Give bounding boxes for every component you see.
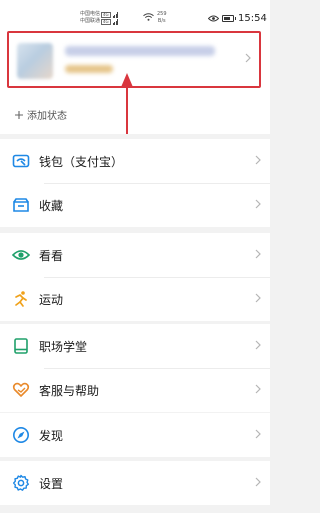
menu-item-workplace-academy[interactable]: 职场学堂 [0, 324, 270, 368]
blurred-user-subtitle [65, 65, 113, 73]
carrier-info: 中国电信 4G 中国联通 4G [80, 11, 119, 25]
speed-unit: B/s [157, 18, 166, 24]
menu-item-label: 职场学堂 [39, 339, 88, 354]
clock: 15:54 [238, 13, 267, 24]
carrier1-network-tag: 4G [101, 11, 111, 18]
status-bar: 中国电信 4G 中国联通 4G 259 B/s 15:54 [0, 0, 270, 28]
chevron-right-icon [255, 429, 261, 439]
carrier1-name: 中国电信 [80, 11, 101, 17]
menu-item-help[interactable]: 客服与帮助 [0, 368, 270, 412]
chevron-right-icon [255, 199, 261, 209]
plus-icon [15, 110, 23, 119]
chevron-right-icon [255, 249, 261, 259]
menu-item-settings[interactable]: 设置 [0, 461, 270, 505]
wallet-icon [12, 154, 30, 168]
eye-comfort-icon [208, 15, 219, 22]
app-screen: 中国电信 4G 中国联通 4G 259 B/s 15:54 添加状态 钱包（支付… [0, 0, 270, 513]
menu-item-label: 收藏 [39, 198, 64, 213]
chevron-right-icon [255, 293, 261, 303]
menu-item-favorites[interactable]: 收藏 [0, 183, 270, 227]
chevron-right-icon [255, 477, 261, 487]
menu-item-label: 看看 [39, 248, 64, 263]
carrier2-network-tag: 4G [101, 18, 111, 25]
chevron-right-icon [255, 155, 261, 165]
profile-section: 添加状态 [0, 28, 270, 134]
menu-item-label: 钱包（支付宝） [39, 154, 124, 169]
battery-icon [222, 15, 236, 22]
add-status-button[interactable]: 添加状态 [14, 107, 67, 122]
heart-hand-icon [12, 382, 30, 397]
menu-group-watch: 看看 运动 [0, 233, 270, 321]
chevron-right-icon [255, 340, 261, 350]
eye-icon [12, 250, 30, 260]
menu-group-wallet: 钱包（支付宝） 收藏 [0, 139, 270, 227]
blurred-user-name [65, 46, 215, 56]
book-icon [14, 338, 28, 354]
wifi-icon [143, 13, 154, 21]
menu-item-label: 运动 [39, 292, 64, 307]
menu-group-settings: 设置 [0, 461, 270, 505]
gear-icon [13, 474, 29, 491]
menu-item-label: 发现 [39, 428, 64, 443]
menu-item-watch[interactable]: 看看 [0, 233, 270, 277]
network-speed: 259 B/s [157, 11, 167, 25]
menu-item-wallet[interactable]: 钱包（支付宝） [0, 139, 270, 183]
menu-group-discover: 发现 [0, 413, 270, 457]
menu-item-label: 客服与帮助 [39, 383, 100, 398]
sport-icon [15, 291, 27, 307]
favorites-icon [13, 198, 29, 212]
menu-item-label: 设置 [39, 476, 64, 491]
signal-icon [112, 11, 119, 18]
compass-icon [13, 427, 29, 443]
chevron-right-icon [245, 53, 251, 63]
chevron-right-icon [255, 384, 261, 394]
menu-item-discover[interactable]: 发现 [0, 413, 270, 457]
menu-item-sport[interactable]: 运动 [0, 277, 270, 321]
carrier2-name: 中国联通 [80, 18, 101, 24]
red-arrow-annotation [121, 73, 133, 134]
add-status-label: 添加状态 [27, 111, 67, 122]
menu-group-learning: 职场学堂 客服与帮助 [0, 324, 270, 412]
battery-level [224, 17, 230, 20]
speed-value: 259 [157, 11, 167, 17]
signal-icon [112, 18, 119, 25]
avatar[interactable] [17, 43, 53, 79]
